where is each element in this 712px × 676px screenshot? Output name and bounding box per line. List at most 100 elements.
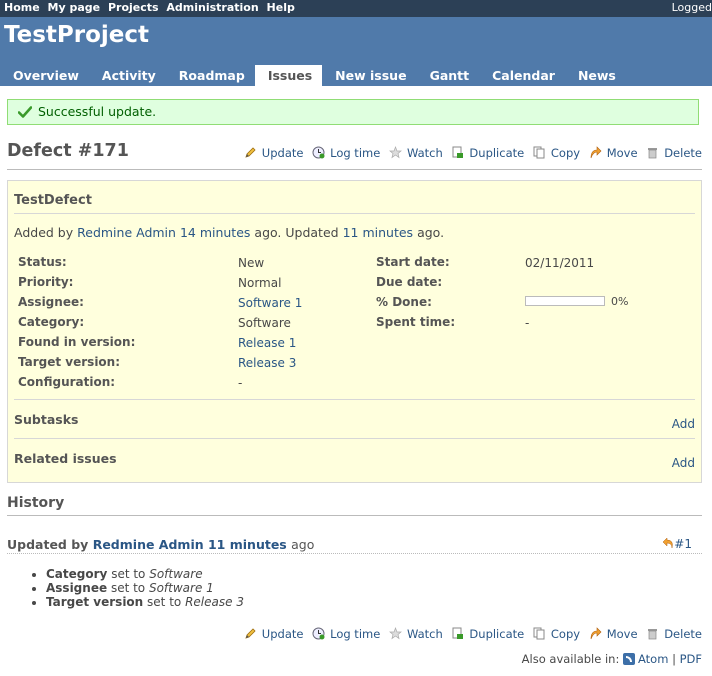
project-title: TestProject [4,22,150,48]
category-value: Software [238,316,291,330]
copy-link-bottom[interactable]: Copy [533,627,580,641]
header: TestProject Overview Activity Roadmap Is… [0,17,712,104]
history-divider [7,515,702,516]
copy-link[interactable]: Copy [533,146,580,160]
flash-notice: Successful update. [7,99,699,125]
move-link-bottom[interactable]: Move [589,627,638,641]
related-divider [14,438,695,439]
assignee-label: Assignee: [18,295,84,309]
issue-subject: TestDefect [14,193,92,208]
issue-actions-bottom: Update Log time Watch Duplicate Copy Mov… [239,627,702,641]
move-link[interactable]: Move [589,146,638,160]
journal-ref[interactable]: #1 [662,537,692,551]
log-time-link[interactable]: Log time [312,146,380,160]
duplicate-link[interactable]: Duplicate [451,146,524,160]
top-menu-help[interactable]: Help [267,0,295,16]
star-icon [388,627,402,640]
update-link[interactable]: Update [244,146,303,160]
journal-author-link[interactable]: Redmine Admin [93,537,204,552]
move-arrow-icon [590,146,602,159]
subject-divider [14,213,695,214]
status-value: New [238,256,265,270]
add-subtask-link[interactable]: Add [672,417,695,431]
tab-activity[interactable]: Activity [89,65,166,86]
subtasks-divider [14,399,695,400]
journal-header: Updated by Redmine Admin 11 minutes ago [7,537,315,552]
tab-roadmap[interactable]: Roadmap [166,65,255,86]
trash-icon [648,629,658,640]
journal-divider [7,553,702,554]
spent-time-value: - [525,316,530,330]
due-date-label: Due date: [376,275,443,289]
tab-overview[interactable]: Overview [0,65,89,86]
issue-author-line: Added by Redmine Admin 14 minutes ago. U… [14,225,445,240]
updated-ago-link[interactable]: 11 minutes [343,225,413,240]
list-item: Assignee set to Software 1 [46,581,244,595]
done-progress-bar [525,296,605,306]
pencil-icon [245,628,256,639]
related-issues-heading: Related issues [14,451,117,466]
list-item: Category set to Software [46,567,244,581]
issue-actions-top: Update Log time Watch Duplicate Copy Mov… [239,146,702,160]
top-menu-administration[interactable]: Administration [166,0,258,16]
tab-news[interactable]: News [565,65,626,86]
log-time-link-bottom[interactable]: Log time [312,627,380,641]
target-version-link[interactable]: Release 3 [238,356,296,370]
top-menu-home[interactable]: Home [4,0,40,16]
list-item: Target version set to Release 3 [46,595,244,609]
checkmark-icon [18,106,32,118]
other-formats: Also available in: Atom | PDF [521,652,702,666]
journal-details: Category set to Software Assignee set to… [30,567,244,609]
tab-issues[interactable]: Issues [254,65,323,86]
configuration-label: Configuration: [18,375,116,389]
move-arrow-icon [590,627,602,640]
delete-link[interactable]: Delete [646,146,702,160]
done-percent-value: 0% [611,295,629,308]
author-link[interactable]: Redmine Admin [77,225,176,240]
found-in-version-label: Found in version: [18,335,136,349]
star-icon [388,146,402,159]
atom-link[interactable]: Atom [638,652,668,666]
start-date-label: Start date: [376,255,450,269]
logged-as-text: Logged [671,1,712,14]
added-ago-link[interactable]: 14 minutes [180,225,250,240]
configuration-value: - [238,376,243,390]
clock-icon [312,146,325,159]
assignee-link[interactable]: Software 1 [238,296,302,310]
tab-gantt[interactable]: Gantt [417,65,480,86]
journal-ref-link[interactable]: #1 [674,537,692,551]
issue-heading: Defect #171 [7,141,129,161]
heading-divider [7,169,702,170]
copy-icon [533,627,545,640]
duplicate-link-bottom[interactable]: Duplicate [451,627,524,641]
subtasks-heading: Subtasks [14,412,79,427]
clock-icon [312,627,325,640]
tab-new-issue[interactable]: New issue [322,65,416,86]
pdf-link[interactable]: PDF [680,652,702,666]
watch-link[interactable]: Watch [388,146,443,160]
delete-link-bottom[interactable]: Delete [646,627,702,641]
found-in-version-link[interactable]: Release 1 [238,336,296,350]
priority-value: Normal [238,276,282,290]
reply-arrow-icon [662,537,673,549]
spent-time-label: Spent time: [376,315,456,329]
trash-icon [648,148,658,159]
status-label: Status: [18,255,67,269]
target-version-label: Target version: [18,355,121,369]
journal-ago-link[interactable]: 11 minutes [208,537,287,552]
add-related-issue-link[interactable]: Add [672,456,695,470]
tab-calendar[interactable]: Calendar [479,65,565,86]
rss-feed-icon [622,653,635,665]
category-label: Category: [18,315,85,329]
start-date-value: 02/11/2011 [525,256,595,270]
copy-icon [533,146,545,159]
pencil-icon [245,147,256,158]
top-menu-my-page[interactable]: My page [48,0,101,16]
update-link-bottom[interactable]: Update [244,627,303,641]
history-heading: History [7,495,65,511]
top-menu-projects[interactable]: Projects [108,0,159,16]
issue-details: TestDefect Added by Redmine Admin 14 min… [7,180,702,483]
watch-link-bottom[interactable]: Watch [388,627,443,641]
top-menu: Home My page Projects Administration Hel… [0,0,712,17]
duplicate-icon [452,146,464,158]
